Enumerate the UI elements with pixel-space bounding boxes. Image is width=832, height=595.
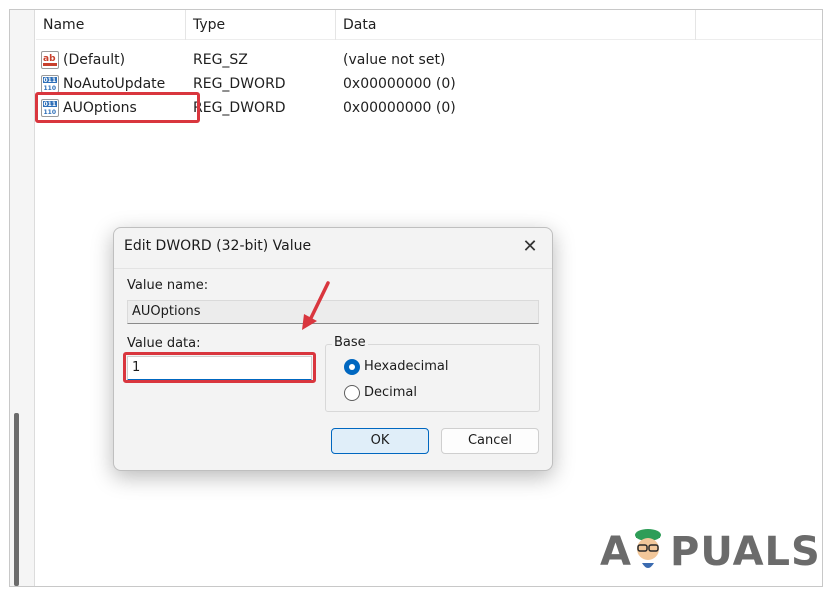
value-type: REG_DWORD	[193, 100, 286, 116]
string-value-icon: ab	[41, 51, 59, 69]
appuals-watermark: A PUALS	[600, 525, 820, 575]
cancel-button[interactable]: Cancel	[441, 428, 539, 454]
svg-text:110: 110	[44, 85, 57, 92]
tree-scrollbar[interactable]	[14, 413, 19, 586]
value-type: REG_DWORD	[193, 76, 286, 92]
column-header-data[interactable]: Data	[336, 10, 696, 40]
column-header-name[interactable]: Name	[36, 10, 186, 40]
value-data: (value not set)	[343, 52, 446, 68]
value-data: 0x00000000 (0)	[343, 76, 456, 92]
annotation-arrow-icon	[302, 281, 330, 330]
dword-value-icon: 011 110	[41, 75, 59, 93]
hexadecimal-label[interactable]: Hexadecimal	[364, 359, 448, 374]
value-data-label: Value data:	[127, 336, 201, 351]
key-tree-pane	[10, 10, 35, 586]
list-header: Name Type Data	[36, 10, 822, 40]
edit-dword-dialog: Edit DWORD (32-bit) Value ✕ Value name: …	[113, 227, 553, 471]
list-row-default[interactable]: ab (Default) REG_SZ (value not set)	[36, 48, 736, 72]
hexadecimal-radio[interactable]	[344, 359, 360, 375]
svg-text:011: 011	[44, 77, 57, 84]
value-name: (Default)	[63, 52, 126, 68]
value-data-highlight-box	[123, 352, 316, 383]
value-data: 0x00000000 (0)	[343, 100, 456, 116]
auoptions-highlight-box	[35, 92, 200, 123]
close-button[interactable]: ✕	[516, 234, 544, 260]
ok-button[interactable]: OK	[331, 428, 429, 454]
dialog-title: Edit DWORD (32-bit) Value	[124, 238, 312, 254]
base-groupbox	[325, 344, 540, 412]
value-type: REG_SZ	[193, 52, 248, 68]
close-icon: ✕	[522, 236, 538, 257]
base-label: Base	[332, 335, 368, 350]
column-header-type[interactable]: Type	[186, 10, 336, 40]
watermark-text-right: PUALS	[670, 529, 821, 575]
value-name-field: AUOptions	[127, 300, 539, 324]
decimal-radio[interactable]	[344, 385, 360, 401]
mascot-icon	[635, 529, 661, 568]
decimal-label[interactable]: Decimal	[364, 385, 417, 400]
svg-text:ab: ab	[43, 54, 56, 64]
value-name-label: Value name:	[127, 278, 209, 293]
